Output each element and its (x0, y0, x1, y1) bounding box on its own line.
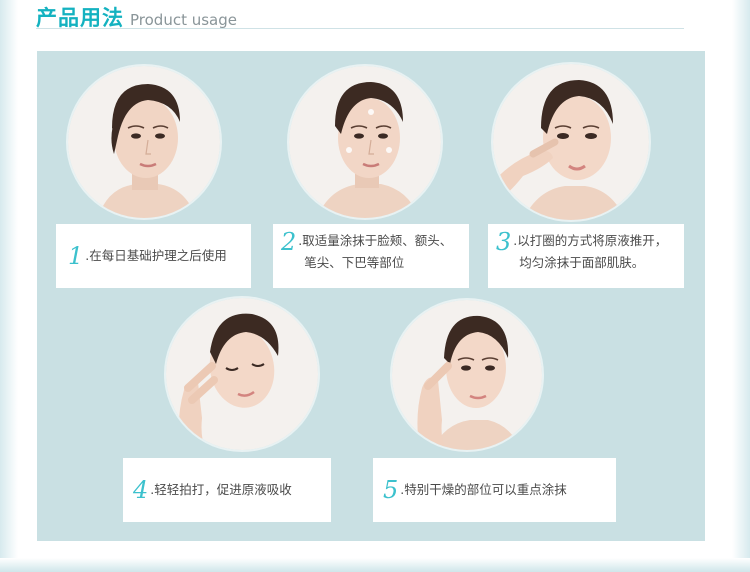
section-header: 产品用法 Product usage (36, 2, 237, 30)
usage-panel: 1 .在每日基础护理之后使用 2 .取适量涂抹于脸颊、额头、 笔尖、下巴等部位 … (37, 51, 705, 541)
step-5-caption: 5 .特别干燥的部位可以重点涂抹 (373, 458, 616, 522)
step-5-number: 5 (383, 476, 399, 504)
step-1-caption: 1 .在每日基础护理之后使用 (56, 224, 251, 288)
step-4-caption: 4 .轻轻拍打，促进原液吸收 (123, 458, 331, 522)
step-2-text-line1: .取适量涂抹于脸颊、额头、 (298, 233, 453, 248)
step-1-text: .在每日基础护理之后使用 (85, 248, 227, 263)
section-subtitle: Product usage (130, 11, 237, 29)
left-frame-border (0, 0, 18, 572)
step-5-text: .特别干燥的部位可以重点涂抹 (400, 482, 567, 497)
step-3-text-line1: .以打圈的方式将原液推开， (513, 233, 668, 248)
step-3-photo (493, 64, 649, 220)
step-4-text: .轻轻拍打，促进原液吸收 (150, 482, 292, 497)
step-2-text-line2: 笔尖、下巴等部位 (304, 255, 405, 270)
step-2-photo (289, 66, 441, 218)
header-divider (36, 28, 684, 29)
step-2-caption: 2 .取适量涂抹于脸颊、额头、 笔尖、下巴等部位 (273, 224, 469, 288)
step-2-number: 2 (281, 228, 297, 256)
step-4-number: 4 (133, 476, 149, 504)
step-3-caption: 3 .以打圈的方式将原液推开， 均匀涂抹于面部肌肤。 (488, 224, 684, 288)
right-frame-border (732, 0, 750, 572)
step-3-number: 3 (496, 228, 512, 256)
step-1-number: 1 (68, 242, 84, 270)
step-3-text-line2: 均匀涂抹于面部肌肤。 (519, 255, 645, 270)
step-4-photo (166, 298, 318, 450)
bottom-frame-border (0, 558, 750, 572)
step-1-photo (68, 66, 220, 218)
step-5-photo (392, 300, 542, 450)
